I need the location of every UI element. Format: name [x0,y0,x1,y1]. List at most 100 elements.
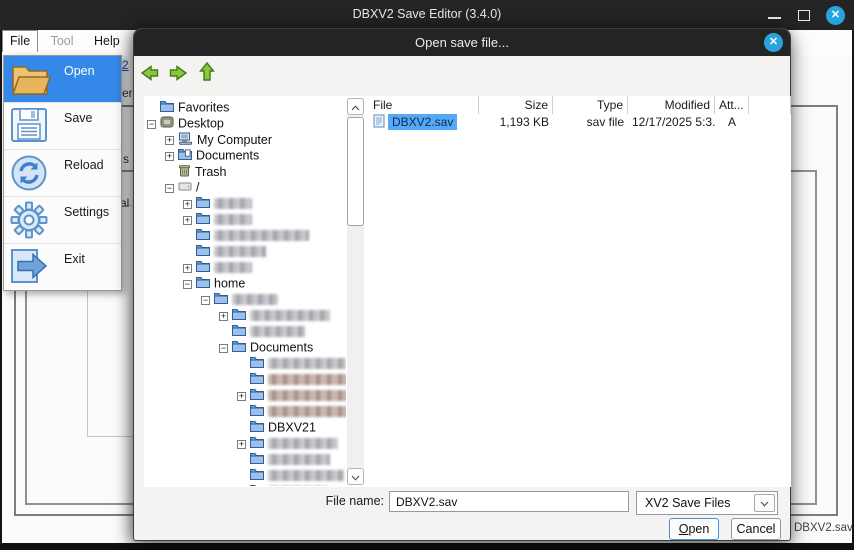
tree-item[interactable] [146,228,346,244]
tree-item[interactable] [146,404,346,420]
tree-item-trash[interactable]: Trash [146,164,346,180]
expand-icon[interactable]: + [237,439,246,449]
collapse-icon[interactable]: − [165,183,174,193]
up-icon [197,61,217,87]
menu-item-settings[interactable]: Settings [4,196,121,243]
redacted-label [214,246,266,258]
open-button-label: Open [678,522,710,536]
tree-item-documents[interactable]: − Documents [146,340,346,356]
menu-item-label: Save [64,111,93,125]
expand-icon[interactable]: + [165,151,174,161]
file-modified: 12/17/2025 5:3... [632,115,715,129]
column-header-type[interactable]: Type [553,96,628,114]
reload-icon [10,154,52,192]
tree-item-label: Documents [250,340,314,355]
tree-item[interactable] [146,468,346,484]
file-attributes: A [727,115,736,129]
folder-icon [250,484,264,486]
expand-icon[interactable]: + [219,311,228,321]
collapse-icon[interactable]: − [147,119,156,129]
redacted-label [232,294,278,306]
column-header-modified[interactable]: Modified [628,96,715,114]
tree-item-dbxv21[interactable]: DBXV21 [146,420,346,436]
expand-icon[interactable]: + [165,136,174,146]
filetype-select[interactable]: XV2 Save Files [636,491,778,515]
tree-item-documents[interactable]: + Documents [146,148,346,164]
tree-item-label: / [196,180,200,195]
tree-item[interactable]: + [146,388,346,404]
status-filename: DBXV2.sav [794,522,853,534]
tree-item-my-computer[interactable]: + My Computer [146,132,346,148]
menu-item-save[interactable]: Save [4,102,121,149]
tree-item--[interactable]: − / [146,180,346,196]
filename-label: File name: [325,494,384,508]
file-list-header: File Size Type Modified Att... [369,96,791,114]
tree-item[interactable]: + [146,436,346,452]
tree-item-home[interactable]: − home [146,276,346,292]
column-header-spacer[interactable] [749,96,791,114]
redacted-label [214,198,252,210]
collapse-icon[interactable]: − [183,279,192,289]
tree-scrollbar[interactable] [347,98,364,485]
maximize-button[interactable] [798,10,810,21]
menubar-item-tool[interactable]: Tool [43,30,82,51]
column-header-att[interactable]: Att... [715,96,749,114]
forward-icon [168,65,188,87]
dialog-close-button[interactable]: ✕ [764,33,783,52]
desktop-icon [160,116,174,131]
cancel-button[interactable]: Cancel [731,518,781,540]
minimize-button[interactable] [768,17,781,19]
redacted-label [268,358,346,370]
tree-item[interactable] [146,452,346,468]
filetype-dropdown-button[interactable] [754,494,775,512]
redacted-label [268,406,346,418]
open-button[interactable]: Open [669,518,719,540]
close-button[interactable]: ✕ [826,6,845,25]
open-save-file-dialog: Open save file... ✕ Favorites − Desktop + My… [133,28,791,541]
collapse-icon[interactable]: − [201,295,210,305]
column-header-size[interactable]: Size [479,96,553,114]
tree-item-favorites[interactable]: Favorites [146,100,346,116]
menu-item-open[interactable]: Open [4,56,121,102]
forward-button[interactable] [168,63,188,83]
tree-item-label: DBXV21 [268,420,316,435]
tree-item[interactable]: + [146,212,346,228]
file-name-cell: DBXV2.sav [369,114,479,131]
scroll-up-button[interactable] [347,98,364,115]
tree-item[interactable] [146,324,346,340]
tree-item-desktop[interactable]: − Desktop [146,116,346,132]
redacted-label [268,390,346,402]
menubar-item-help[interactable]: Help [86,30,128,51]
back-button[interactable] [140,63,160,83]
scroll-thumb[interactable] [347,117,364,226]
filename-input[interactable] [389,491,629,512]
menu-item-reload[interactable]: Reload [4,149,121,196]
folder-icon [214,292,228,307]
up-button[interactable] [197,61,217,81]
tree-item[interactable]: + [146,260,346,276]
tree-item[interactable]: + [146,308,346,324]
folder-icon [250,468,264,483]
expand-icon[interactable]: + [183,263,192,273]
column-header-file[interactable]: File [369,96,479,114]
expand-icon[interactable]: + [237,391,246,401]
redacted-label [268,454,330,466]
collapse-icon[interactable]: − [219,343,228,353]
scroll-down-button[interactable] [347,468,364,485]
tree-item[interactable] [146,244,346,260]
tree-item[interactable] [146,356,346,372]
menubar-item-file[interactable]: File [2,30,39,52]
tree-item[interactable]: + [146,196,346,212]
expand-icon[interactable]: + [183,199,192,209]
bg-fragment: s [123,152,129,166]
file-row[interactable]: DBXV2.sav 1,193 KB sav file 12/17/2025 5:3.… [369,114,791,131]
trash-icon [178,164,191,180]
tree-item[interactable] [146,372,346,388]
menu-item-exit[interactable]: Exit [4,243,121,290]
expand-icon[interactable]: + [183,215,192,225]
tree-item[interactable]: − [146,292,346,308]
redacted-label [268,470,344,482]
tree-item[interactable] [146,484,346,486]
open-folder-icon [10,60,52,98]
folder-icon [250,404,264,419]
